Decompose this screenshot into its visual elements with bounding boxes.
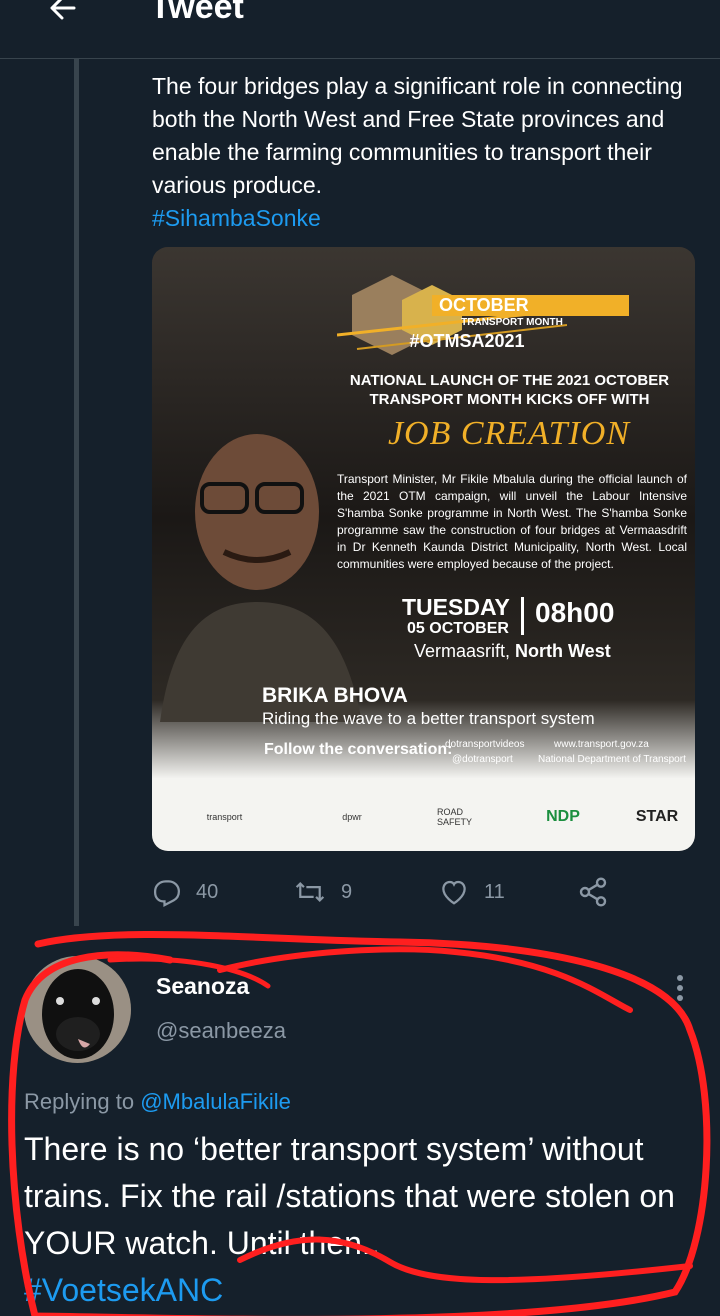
transport-logo: transport	[206, 812, 243, 822]
like-count: 11	[484, 880, 505, 903]
minister-photo	[160, 434, 362, 722]
replying-to: Replying to @MbalulaFikile	[24, 1089, 291, 1115]
reply-button[interactable]: 40	[152, 868, 218, 916]
event-place: Vermaasrift, North West	[414, 641, 611, 662]
campaign-subtitle: TRANSPORT MONTH	[461, 317, 563, 328]
retweet-count: 9	[341, 880, 353, 903]
event-time: 08h00	[535, 597, 615, 628]
channel-video: dotransportvideos	[445, 739, 525, 750]
follow-conversation: Follow the conversation:	[264, 741, 453, 758]
back-arrow-icon[interactable]	[38, 0, 78, 28]
campaign-tag: #OTMSA2021	[409, 331, 525, 351]
job-creation-heading: JOB CREATION	[387, 415, 631, 452]
poster-description: Transport Minister, Mr Fikile Mbalula du…	[337, 472, 687, 571]
page-title: Tweet	[150, 0, 244, 26]
replying-to-link[interactable]: @MbalulaFikile	[140, 1089, 291, 1114]
retweet-button[interactable]: 9	[293, 868, 352, 916]
share-button[interactable]	[577, 868, 609, 916]
tweet-text: The four bridges play a significant role…	[152, 70, 697, 235]
reply-icon	[154, 880, 181, 907]
campaign-title: BRIKA BHOVA	[262, 684, 408, 707]
event-date: 05 OCTOBER	[407, 620, 509, 637]
reply-hashtag[interactable]: #VoetsekANC	[24, 1272, 223, 1308]
reply-author-handle[interactable]: @seanbeeza	[156, 1018, 286, 1044]
more-options-icon[interactable]	[666, 973, 694, 1003]
poster-headline-1: NATIONAL LAUNCH OF THE 2021 OCTOBER	[349, 372, 670, 389]
avatar[interactable]	[24, 956, 131, 1063]
channel-web: www.transport.gov.za	[554, 739, 649, 750]
event-day: TUESDAY	[402, 594, 510, 620]
poster-headline-2: TRANSPORT MONTH KICKS OFF WITH	[369, 391, 650, 408]
ndp-logo: NDP	[546, 808, 580, 825]
channel-social: @dotransport	[452, 754, 513, 765]
place-prefix: Vermaasrift,	[414, 641, 516, 661]
tweet-hashtag[interactable]: #SihambaSonke	[152, 205, 321, 231]
replying-prefix: Replying to	[24, 1089, 141, 1114]
campaign-slogan: Riding the wave to a better transport sy…	[262, 709, 595, 728]
reply-body: There is no ‘better transport system’ wi…	[24, 1131, 675, 1261]
thread-line	[74, 58, 79, 926]
reply-text: There is no ‘better transport system’ wi…	[24, 1126, 694, 1314]
channel-dept: National Department of Transport	[538, 754, 686, 765]
like-button[interactable]: 11	[438, 868, 505, 916]
share-icon	[579, 877, 607, 907]
dpwr-logo: dpwr	[342, 812, 362, 822]
place-strong: North West	[515, 641, 611, 661]
tweet-image[interactable]: OCTOBER TRANSPORT MONTH #OTMSA2021 NATIO…	[152, 247, 695, 851]
tweet-actions: 40 9 11	[152, 868, 622, 916]
heart-icon	[442, 880, 466, 905]
reply-count: 40	[196, 880, 219, 903]
date-separator	[521, 597, 524, 635]
retweet-icon	[295, 881, 325, 903]
tweet-body: The four bridges play a significant role…	[152, 73, 683, 198]
star-logo: STAR	[635, 808, 679, 825]
top-bar: Tweet	[0, 0, 720, 59]
buffalo-avatar-image	[24, 956, 131, 1063]
reply-author-name[interactable]: Seanoza	[156, 973, 249, 1000]
road-safety-logo: ROAD SAFETY	[437, 807, 473, 827]
campaign-month: OCTOBER	[432, 295, 629, 316]
